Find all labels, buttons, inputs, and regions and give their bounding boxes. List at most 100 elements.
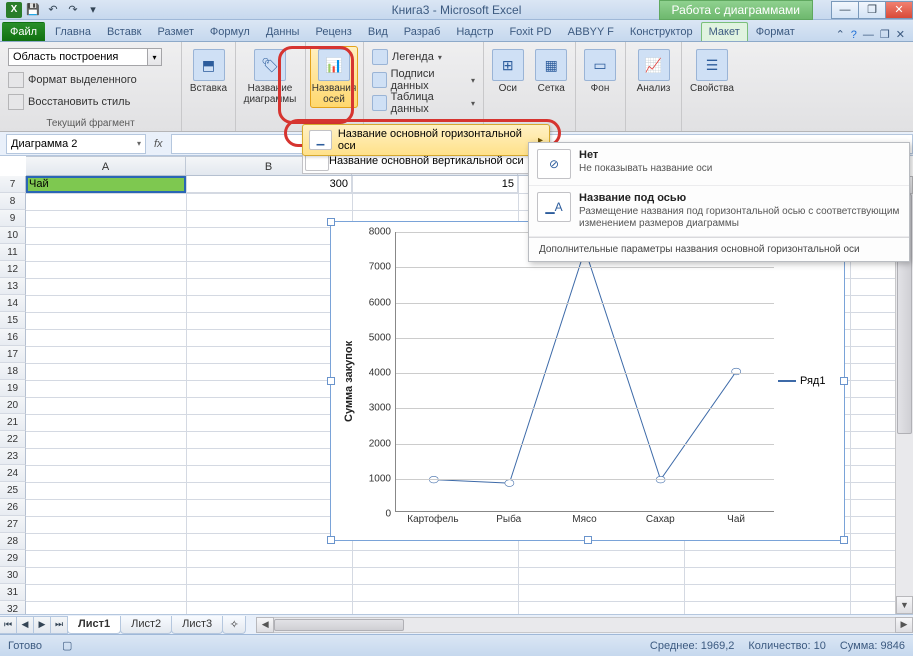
chart-element-selector[interactable]: Область построения▾ xyxy=(4,46,177,68)
row-header-29[interactable]: 29 xyxy=(0,550,26,567)
window-close[interactable]: ✕ xyxy=(885,1,913,19)
row-header-9[interactable]: 9 xyxy=(0,210,26,227)
axes-button[interactable]: ⊞Оси xyxy=(488,46,528,97)
chart-properties-button[interactable]: ☰Свойства xyxy=(686,46,738,97)
row-header-13[interactable]: 13 xyxy=(0,278,26,295)
sheet-tab-2[interactable]: Лист2 xyxy=(120,616,172,634)
chart-handle-e[interactable] xyxy=(840,377,848,385)
tab-chart-design[interactable]: Конструктор xyxy=(622,22,701,41)
legend-button[interactable]: Легенда▾ xyxy=(368,46,479,68)
row-header-10[interactable]: 10 xyxy=(0,227,26,244)
axis-title-more-options[interactable]: Дополнительные параметры названия основн… xyxy=(529,237,909,261)
row-header-17[interactable]: 17 xyxy=(0,346,26,363)
tab-nav-first[interactable]: ⏮ xyxy=(0,616,17,634)
tab-data[interactable]: Данны xyxy=(258,22,308,41)
ribbon-collapse[interactable]: ⌃ xyxy=(836,28,845,41)
qa-undo[interactable]: ↶ xyxy=(44,2,62,18)
tab-home[interactable]: Главна xyxy=(47,22,99,41)
analysis-button[interactable]: 📈Анализ xyxy=(630,46,677,97)
row-header-32[interactable]: 32 xyxy=(0,601,26,614)
fx-icon[interactable]: fx xyxy=(146,138,171,150)
wb-minimize[interactable]: — xyxy=(863,29,874,41)
hscroll-right[interactable]: ▶ xyxy=(895,617,913,633)
tab-insert[interactable]: Вставк xyxy=(99,22,150,41)
axis-titles-button[interactable]: 📊Названия осей xyxy=(310,46,358,108)
chart-handle-sw[interactable] xyxy=(327,536,335,544)
window-minimize[interactable]: — xyxy=(831,1,859,19)
cell-A7[interactable]: Чай xyxy=(26,176,186,193)
hscroll-left[interactable]: ◀ xyxy=(256,617,274,633)
hscroll-thumb[interactable] xyxy=(274,619,404,631)
row-header-15[interactable]: 15 xyxy=(0,312,26,329)
help-icon[interactable]: ? xyxy=(851,29,857,41)
new-sheet-button[interactable]: ✧ xyxy=(222,616,246,634)
row-header-21[interactable]: 21 xyxy=(0,414,26,431)
scroll-down-button[interactable]: ▼ xyxy=(896,596,913,614)
wb-restore[interactable]: ❐ xyxy=(880,28,890,41)
tab-chart-layout[interactable]: Макет xyxy=(701,22,748,41)
horizontal-scrollbar[interactable]: ◀ ▶ xyxy=(256,617,913,633)
row-header-23[interactable]: 23 xyxy=(0,448,26,465)
row-header-25[interactable]: 25 xyxy=(0,482,26,499)
format-selection-button[interactable]: Формат выделенного xyxy=(4,70,177,90)
row-header-18[interactable]: 18 xyxy=(0,363,26,380)
tab-pagelayout[interactable]: Размет xyxy=(150,22,202,41)
row-header-12[interactable]: 12 xyxy=(0,261,26,278)
row-header-7[interactable]: 7 xyxy=(0,176,26,193)
wb-close[interactable]: ✕ xyxy=(896,28,905,41)
row-header-26[interactable]: 26 xyxy=(0,499,26,516)
row-header-16[interactable]: 16 xyxy=(0,329,26,346)
row-header-20[interactable]: 20 xyxy=(0,397,26,414)
gridlines-button[interactable]: ▦Сетка xyxy=(532,46,572,97)
row-header-30[interactable]: 30 xyxy=(0,567,26,584)
sheet-tab-1[interactable]: Лист1 xyxy=(67,616,121,634)
cell-C7[interactable]: 15 xyxy=(352,176,518,193)
chart-handle-s[interactable] xyxy=(584,536,592,544)
window-restore[interactable]: ❐ xyxy=(858,1,886,19)
row-header-27[interactable]: 27 xyxy=(0,516,26,533)
chart-handle-nw[interactable] xyxy=(327,218,335,226)
data-labels-button[interactable]: Подписи данных▾ xyxy=(368,69,479,91)
cell-B7[interactable]: 300 xyxy=(186,176,352,193)
qa-redo[interactable]: ↷ xyxy=(64,2,82,18)
row-headers[interactable]: 7891011121314151617181920212223242526272… xyxy=(0,176,26,614)
tab-abbyy[interactable]: ABBYY F xyxy=(560,22,622,41)
row-header-24[interactable]: 24 xyxy=(0,465,26,482)
chart-title-button[interactable]: 🏷Название диаграммы xyxy=(240,46,300,108)
chart-handle-w[interactable] xyxy=(327,377,335,385)
row-header-22[interactable]: 22 xyxy=(0,431,26,448)
plot-area-bg-button[interactable]: ▭Фон xyxy=(580,46,620,97)
chart-plot-area[interactable] xyxy=(395,232,774,512)
tab-view[interactable]: Вид xyxy=(360,22,396,41)
chart-y-axis-title[interactable]: Сумма закупок xyxy=(341,232,357,530)
reset-style-button[interactable]: Восстановить стиль xyxy=(4,92,177,112)
qa-customise[interactable]: ▾ xyxy=(84,2,102,18)
chart-handle-se[interactable] xyxy=(840,536,848,544)
name-box[interactable]: Диаграмма 2▾ xyxy=(6,134,146,154)
qa-save[interactable]: 💾 xyxy=(24,2,42,18)
tab-developer[interactable]: Разраб xyxy=(396,22,449,41)
tab-chart-format[interactable]: Формат xyxy=(748,22,803,41)
row-header-28[interactable]: 28 xyxy=(0,533,26,550)
row-header-31[interactable]: 31 xyxy=(0,584,26,601)
embedded-chart[interactable]: Сумма закупок 01000200030004000500060007… xyxy=(330,221,845,541)
tab-review[interactable]: Реценз xyxy=(307,22,359,41)
tab-formulas[interactable]: Формул xyxy=(202,22,258,41)
row-header-19[interactable]: 19 xyxy=(0,380,26,397)
row-header-14[interactable]: 14 xyxy=(0,295,26,312)
insert-shapes-button[interactable]: ⬒Вставка xyxy=(186,46,231,97)
tab-nav-last[interactable]: ⏭ xyxy=(50,616,68,634)
submenu-horiz-axis-title[interactable]: ▁ Название основной горизонтальной оси▸ xyxy=(302,124,550,156)
data-table-button[interactable]: Таблица данных▾ xyxy=(368,92,479,114)
tab-nav-prev[interactable]: ◀ xyxy=(16,616,34,634)
row-header-11[interactable]: 11 xyxy=(0,244,26,261)
tab-addins[interactable]: Надстр xyxy=(448,22,501,41)
col-header-A[interactable]: A xyxy=(26,157,186,175)
axis-title-option-none[interactable]: ⊘ НетНе показывать название оси xyxy=(529,143,909,186)
axis-title-option-below[interactable]: ▁A Название под осьюРазмещение названия … xyxy=(529,186,909,237)
row-header-8[interactable]: 8 xyxy=(0,193,26,210)
chart-legend[interactable]: Ряд1 xyxy=(778,375,834,387)
tab-foxit[interactable]: Foxit PD xyxy=(501,22,559,41)
tab-file[interactable]: Файл xyxy=(2,22,45,41)
tab-nav-next[interactable]: ▶ xyxy=(33,616,51,634)
